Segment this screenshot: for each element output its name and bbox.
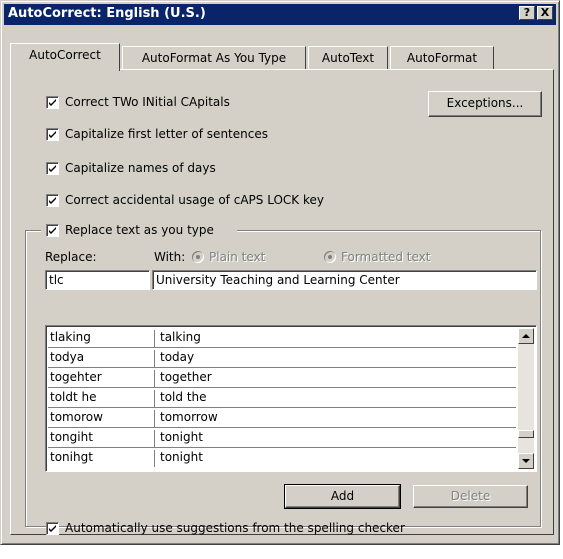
capitalize-first-label: Capitalize first letter of sentences <box>65 127 268 141</box>
tab-autoformat-as-you-type[interactable]: AutoFormat As You Type <box>122 46 306 70</box>
tab-autotext[interactable]: AutoText <box>308 46 388 70</box>
close-button[interactable]: X <box>537 6 553 20</box>
plain-text-radio[interactable] <box>192 251 204 263</box>
list-item[interactable]: tongiht tonight <box>48 428 516 448</box>
replace-text-checkbox[interactable] <box>46 224 59 237</box>
replace-input[interactable]: tlc <box>45 270 150 290</box>
entry-replace: tomorow <box>50 410 155 427</box>
delete-button[interactable]: Delete <box>413 485 528 508</box>
entry-with: talking <box>160 330 201 344</box>
arrow-down-icon <box>522 459 530 463</box>
check-icon <box>49 197 56 204</box>
entry-with: told the <box>160 390 207 404</box>
entry-with: tonight <box>160 430 203 444</box>
spelling-suggestions-checkbox[interactable] <box>46 522 59 535</box>
capitalize-days-label: Capitalize names of days <box>65 161 216 175</box>
with-input[interactable]: University Teaching and Learning Center <box>152 270 537 290</box>
help-button[interactable]: ? <box>519 6 535 20</box>
autocorrect-entries-list[interactable]: tlaking talking todya today togehter tog… <box>45 325 537 472</box>
correct-two-initial-label: Correct TWo INitial CApitals <box>65 95 230 109</box>
spelling-suggestions-label: Automatically use suggestions from the s… <box>65 521 405 535</box>
plain-text-label: Plain text <box>209 250 266 264</box>
entry-replace: tongiht <box>50 430 155 447</box>
list-item[interactable]: todya today <box>48 348 516 368</box>
autocorrect-dialog: AutoCorrect: English (U.S.) ? X AutoCorr… <box>0 0 560 545</box>
caps-lock-label: Correct accidental usage of cAPS LOCK ke… <box>65 193 324 207</box>
entry-replace: togehter <box>50 370 155 387</box>
check-icon <box>49 165 56 172</box>
check-icon <box>49 525 56 532</box>
formatted-text-label: Formatted text <box>341 250 431 264</box>
add-button[interactable]: Add <box>284 484 401 509</box>
entry-replace: toldt he <box>50 390 155 407</box>
replace-text-label: Replace text as you type <box>65 223 214 237</box>
list-item[interactable]: tomorow tomorrow <box>48 408 516 428</box>
correct-two-initial-checkbox[interactable] <box>46 96 59 109</box>
exceptions-button[interactable]: Exceptions... <box>428 91 542 117</box>
entry-replace: tlaking <box>50 330 155 347</box>
list-item[interactable]: tonihgt tonight <box>48 448 516 468</box>
entry-with: tonight <box>160 450 203 464</box>
window-title: AutoCorrect: English (U.S.) <box>8 6 206 21</box>
scroll-thumb[interactable] <box>518 430 534 438</box>
caps-lock-checkbox[interactable] <box>46 194 59 207</box>
entry-replace: todya <box>50 350 155 367</box>
entry-with: today <box>160 350 195 364</box>
arrow-up-icon <box>522 334 530 338</box>
list-item[interactable]: tlaking talking <box>48 328 516 348</box>
check-icon <box>49 99 56 106</box>
with-label: With: <box>154 250 186 264</box>
scroll-up-button[interactable] <box>518 328 534 344</box>
check-icon <box>49 131 56 138</box>
list-item[interactable]: togehter together <box>48 368 516 388</box>
tab-autoformat[interactable]: AutoFormat <box>390 46 494 70</box>
entry-with: together <box>160 370 212 384</box>
tab-autocorrect[interactable]: AutoCorrect <box>10 43 120 71</box>
entry-replace: tonihgt <box>50 450 155 467</box>
list-item[interactable]: toldt he told the <box>48 388 516 408</box>
capitalize-days-checkbox[interactable] <box>46 162 59 175</box>
entry-with: tomorrow <box>160 410 218 424</box>
scroll-down-button[interactable] <box>518 453 534 469</box>
replace-label: Replace: <box>45 250 97 264</box>
list-scrollbar[interactable] <box>518 328 534 469</box>
check-icon <box>49 227 56 234</box>
formatted-text-radio[interactable] <box>324 251 336 263</box>
title-bar: AutoCorrect: English (U.S.) ? X <box>4 4 556 25</box>
capitalize-first-checkbox[interactable] <box>46 128 59 141</box>
